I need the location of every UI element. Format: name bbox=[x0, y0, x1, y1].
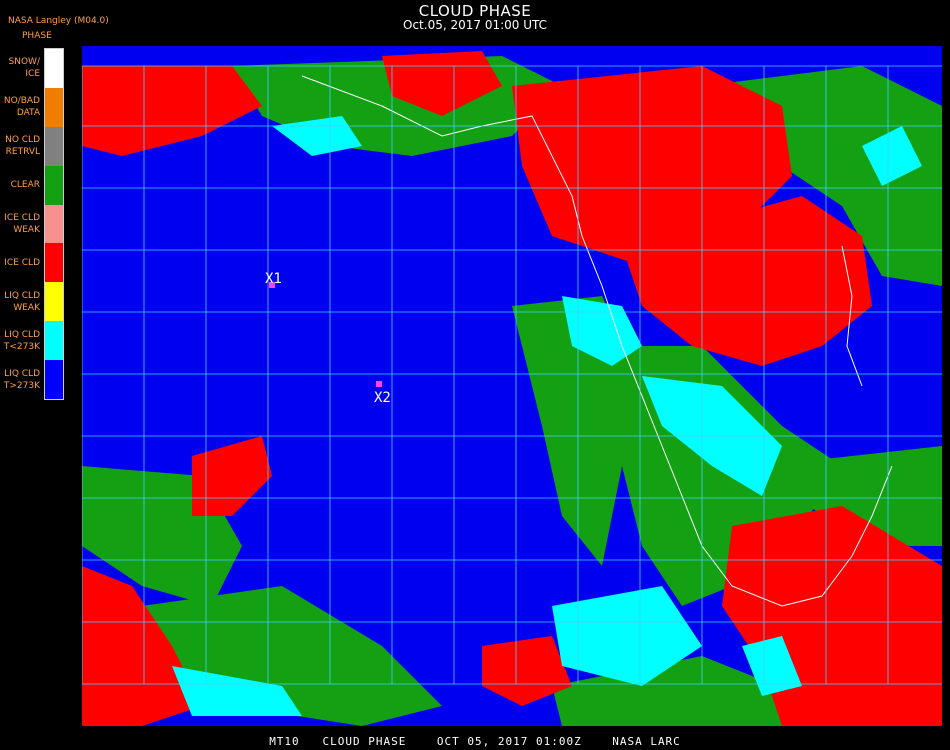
legend-item-label: ICE CLD WEAK bbox=[4, 213, 40, 235]
cloud-phase-map: X1 X2 bbox=[82, 46, 942, 726]
legend-color-bar bbox=[44, 48, 64, 400]
map-datetime: Oct.05, 2017 01:00 UTC bbox=[403, 18, 547, 32]
legend-item-label: LIQ CLD T<273K bbox=[3, 329, 40, 352]
legend-item-label: SNOW/ ICE bbox=[8, 57, 40, 80]
legend-swatch bbox=[45, 165, 63, 205]
marker-x2-point bbox=[376, 381, 382, 387]
legend-swatch bbox=[45, 321, 63, 361]
legend-swatch bbox=[45, 360, 63, 399]
legend-swatch bbox=[45, 49, 63, 88]
legend-item-label: NO/BAD DATA bbox=[3, 96, 40, 119]
legend-title: PHASE bbox=[22, 31, 52, 41]
marker-x2-label: X2 bbox=[374, 390, 391, 406]
producer-label: NASA Langley (M04.0) bbox=[8, 16, 109, 26]
legend-item-label: ICE CLD bbox=[4, 257, 40, 268]
legend-item-label: CLEAR bbox=[10, 180, 40, 191]
legend-swatch bbox=[45, 126, 63, 166]
legend-swatch bbox=[45, 282, 63, 322]
footer-caption: MT10 CLOUD PHASE OCT 05, 2017 01:00Z NAS… bbox=[269, 735, 681, 748]
legend-swatch bbox=[45, 87, 63, 127]
legend-item-label: LIQ CLD WEAK bbox=[4, 290, 40, 313]
marker-x1-label: X1 bbox=[265, 271, 282, 287]
legend-item-label: NO CLD RETRVL bbox=[5, 135, 40, 158]
marker-x1: X1 bbox=[265, 271, 282, 288]
legend-item-label: LIQ CLD T>273K bbox=[3, 368, 40, 391]
legend-swatch bbox=[45, 243, 63, 283]
legend-swatch bbox=[45, 204, 63, 244]
cloud-phase-map-page: CLOUD PHASE Oct.05, 2017 01:00 UTC NASA … bbox=[0, 0, 950, 750]
